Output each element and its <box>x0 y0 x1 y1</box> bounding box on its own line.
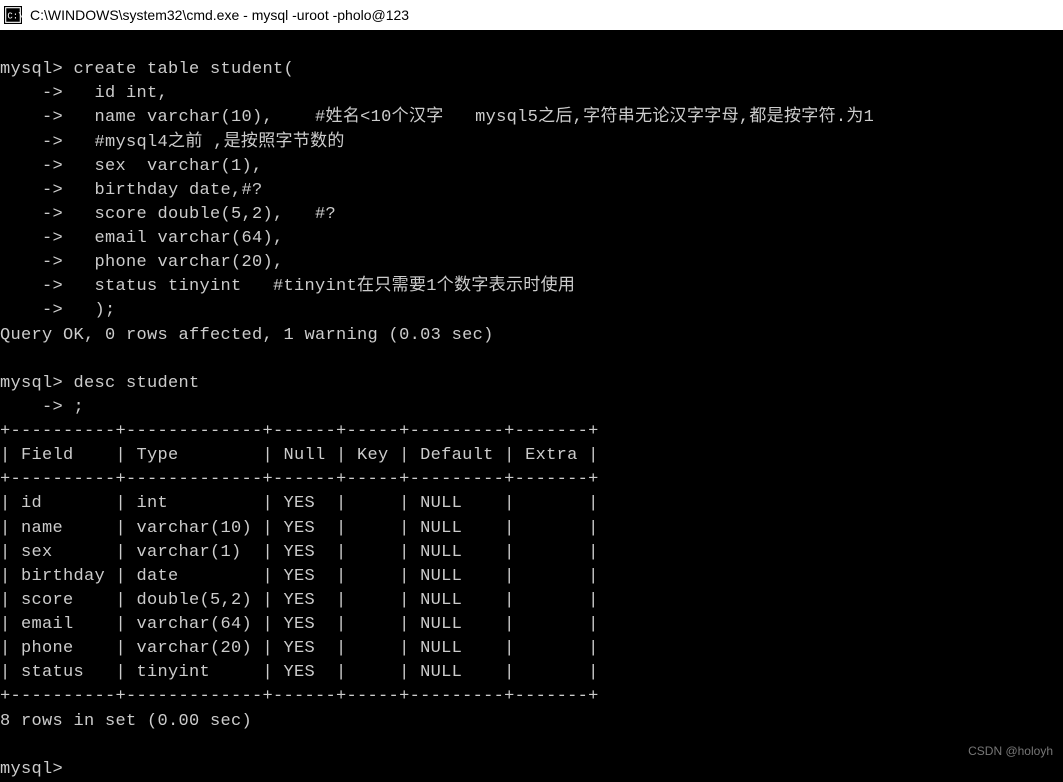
cmd-icon: C:\ <box>4 6 22 24</box>
sql-line: email varchar(64), <box>63 229 284 248</box>
prompt: mysql> <box>0 374 63 393</box>
table-row: | name | varchar(10) | YES | | NULL | | <box>0 519 599 538</box>
table-header: | Field | Type | Null | Key | Default | … <box>0 446 599 465</box>
table-row: | birthday | date | YES | | NULL | | <box>0 567 599 586</box>
cont-prompt: -> <box>0 108 63 127</box>
cont-prompt: -> <box>0 398 63 417</box>
table-border: +----------+-------------+------+-----+-… <box>0 470 599 489</box>
cont-prompt: -> <box>0 229 63 248</box>
sql-line: name varchar(10), #姓名<10个汉字 mysql5之后,字符串… <box>63 108 874 127</box>
table-border: +----------+-------------+------+-----+-… <box>0 687 599 706</box>
table-row: | score | double(5,2) | YES | | NULL | | <box>0 591 599 610</box>
window-title: C:\WINDOWS\system32\cmd.exe - mysql -uro… <box>30 7 409 23</box>
cont-prompt: -> <box>0 181 63 200</box>
svg-text:C:\: C:\ <box>7 11 22 21</box>
sql-line: sex varchar(1), <box>63 157 263 176</box>
cont-prompt: -> <box>0 253 63 272</box>
prompt: mysql> <box>0 760 63 779</box>
window-titlebar: C:\ C:\WINDOWS\system32\cmd.exe - mysql … <box>0 0 1063 30</box>
table-row: | sex | varchar(1) | YES | | NULL | | <box>0 543 599 562</box>
cont-prompt: -> <box>0 205 63 224</box>
sql-line: id int, <box>63 84 168 103</box>
query-result: 8 rows in set (0.00 sec) <box>0 712 252 731</box>
table-row: | phone | varchar(20) | YES | | NULL | | <box>0 639 599 658</box>
sql-line: ; <box>63 398 84 417</box>
sql-line: create table student( <box>63 60 294 79</box>
cont-prompt: -> <box>0 277 63 296</box>
cont-prompt: -> <box>0 301 63 320</box>
sql-line: score double(5,2), #? <box>63 205 336 224</box>
sql-line: ); <box>63 301 116 320</box>
table-row: | status | tinyint | YES | | NULL | | <box>0 663 599 682</box>
table-row: | email | varchar(64) | YES | | NULL | | <box>0 615 599 634</box>
cont-prompt: -> <box>0 84 63 103</box>
table-row: | id | int | YES | | NULL | | <box>0 494 599 513</box>
table-border: +----------+-------------+------+-----+-… <box>0 422 599 441</box>
cont-prompt: -> <box>0 133 63 152</box>
prompt: mysql> <box>0 60 63 79</box>
sql-line: status tinyint #tinyint在只需要1个数字表示时使用 <box>63 277 575 296</box>
sql-line: phone varchar(20), <box>63 253 284 272</box>
watermark: CSDN @holoyh <box>968 744 1053 758</box>
query-result: Query OK, 0 rows affected, 1 warning (0.… <box>0 326 494 345</box>
sql-line: #mysql4之前 ,是按照字节数的 <box>63 133 345 152</box>
sql-line: desc student <box>63 374 200 393</box>
terminal-output[interactable]: mysql> create table student( -> id int, … <box>0 30 1063 782</box>
cont-prompt: -> <box>0 157 63 176</box>
sql-line: birthday date,#? <box>63 181 263 200</box>
